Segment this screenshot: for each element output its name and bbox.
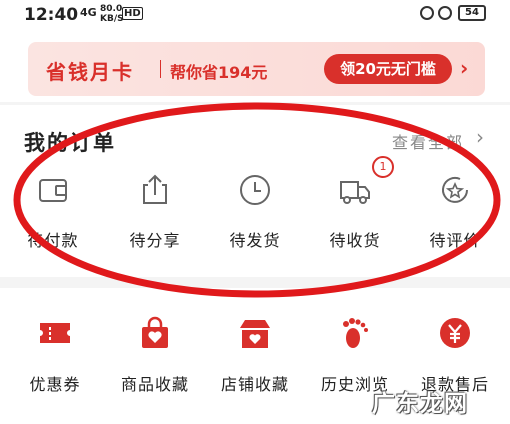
order-status-pending-shipment[interactable]: 待发货 xyxy=(210,169,300,250)
promo-divider xyxy=(160,60,161,78)
order-status-label: 待分享 xyxy=(129,231,181,250)
service-label: 商品收藏 xyxy=(120,375,189,394)
claim-coupon-button[interactable]: 领20元无门槛 xyxy=(324,54,452,84)
order-status-label: 待发货 xyxy=(229,231,281,250)
store-heart-icon xyxy=(240,320,270,348)
my-orders-section: 我的订单 查看全部 › 待付款 待分享 待发货 待收货 待评价 xyxy=(0,105,510,277)
order-status-label: 待付款 xyxy=(27,231,79,250)
status-bar: 12:40 4G 80.0 KB/S HD 54 xyxy=(0,0,510,30)
share-icon xyxy=(143,174,167,204)
order-status-pending-payment[interactable]: 待付款 xyxy=(8,169,98,250)
order-status-label: 待评价 xyxy=(429,231,481,250)
network-indicator: 4G xyxy=(80,6,97,19)
promo-title: 省钱月卡 xyxy=(46,60,134,84)
promo-section: 省钱月卡 帮你省194元 领20元无门槛 › xyxy=(0,30,510,102)
chevron-right-icon[interactable]: › xyxy=(476,125,484,149)
savings-card-banner[interactable]: 省钱月卡 帮你省194元 领20元无门槛 › xyxy=(28,42,485,96)
service-label: 优惠券 xyxy=(29,375,81,394)
footprint-icon xyxy=(343,318,368,348)
order-status-pending-receipt[interactable]: 待收货 xyxy=(310,169,400,250)
wallet-icon xyxy=(39,179,67,202)
bag-heart-icon xyxy=(142,316,168,348)
network-speed-value: 80.0 xyxy=(100,4,123,14)
network-speed: 80.0 KB/S xyxy=(100,4,124,24)
coupon-icon xyxy=(40,323,70,343)
watermark: 广东龙网 xyxy=(372,391,468,417)
hd-icon: HD xyxy=(122,7,143,20)
alarm-icon xyxy=(438,6,452,20)
view-all-orders-link[interactable]: 查看全部 xyxy=(392,129,464,153)
product-favorites-entry[interactable]: 商品收藏 xyxy=(105,316,205,406)
clock-icon xyxy=(240,175,270,205)
status-time: 12:40 xyxy=(24,5,79,25)
lock-rotation-icon xyxy=(420,6,434,20)
notification-badge: 1 xyxy=(372,156,394,178)
truck-icon xyxy=(340,181,370,204)
section-title: 我的订单 xyxy=(24,131,116,155)
order-status-pending-review[interactable]: 待评价 xyxy=(410,169,500,250)
coupons-entry[interactable]: 优惠券 xyxy=(5,316,105,406)
chevron-right-icon[interactable]: › xyxy=(460,56,468,80)
order-status-label: 待收货 xyxy=(329,231,381,250)
refund-icon xyxy=(440,318,470,348)
review-icon xyxy=(442,176,468,203)
battery-icon: 54 xyxy=(458,5,486,21)
store-favorites-entry[interactable]: 店铺收藏 xyxy=(205,316,305,406)
promo-subtitle: 帮你省194元 xyxy=(170,63,268,82)
order-status-pending-share[interactable]: 待分享 xyxy=(110,169,200,250)
service-label: 店铺收藏 xyxy=(220,375,289,394)
network-speed-unit: KB/S xyxy=(100,14,124,24)
